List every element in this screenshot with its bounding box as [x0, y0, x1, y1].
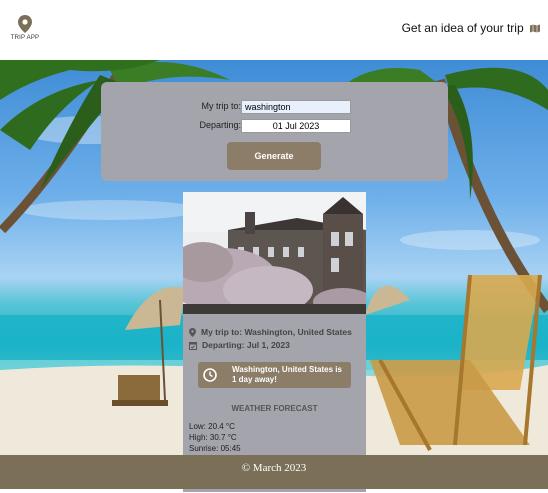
footer: © March 2023 — [0, 455, 548, 489]
countdown-badge: Washington, United States is 1 day away! — [198, 362, 351, 388]
trip-card: My trip to: Washington, United States De… — [183, 192, 366, 492]
countdown-text: Washington, United States is 1 day away! — [232, 365, 342, 384]
trip-departing-info: Departing: Jul 1, 2023 — [189, 340, 290, 350]
footer-copyright: © March 2023 — [241, 462, 307, 474]
weather-forecast-title: WEATHER FORECAST — [231, 404, 318, 413]
location-pin-icon — [189, 328, 196, 337]
trip-destination-info: My trip to: Washington, United States — [189, 327, 352, 337]
calendar-icon — [189, 342, 197, 350]
destination-input[interactable] — [241, 100, 351, 114]
departing-row: Departing: — [101, 119, 448, 135]
header-tagline: Get an idea of your trip — [402, 21, 540, 36]
clock-icon — [203, 368, 217, 382]
trip-destination-text: My trip to: Washington, United States — [201, 327, 352, 337]
destination-label: My trip to: — [201, 101, 241, 111]
logo-text: TRIP APP — [10, 35, 40, 41]
tagline-text: Get an idea of your trip — [401, 21, 524, 35]
trip-form: My trip to: Departing: Generate — [101, 82, 448, 181]
map-pin-icon — [18, 15, 32, 33]
logo[interactable]: TRIP APP — [8, 15, 42, 41]
departing-label: Departing: — [199, 120, 241, 130]
trip-departing-text: Departing: Jul 1, 2023 — [202, 340, 290, 350]
weather-high: High: 30.7 °C — [189, 433, 237, 442]
destination-row: My trip to: — [101, 100, 448, 116]
destination-photo — [183, 192, 366, 314]
map-icon — [530, 22, 540, 36]
weather-low: Low: 20.4 °C — [189, 422, 235, 431]
header: TRIP APP Get an idea of your trip — [0, 0, 548, 60]
generate-button[interactable]: Generate — [227, 142, 321, 170]
departing-date-input[interactable] — [241, 119, 351, 133]
weather-sunrise: Sunrise: 05:45 — [189, 444, 241, 453]
